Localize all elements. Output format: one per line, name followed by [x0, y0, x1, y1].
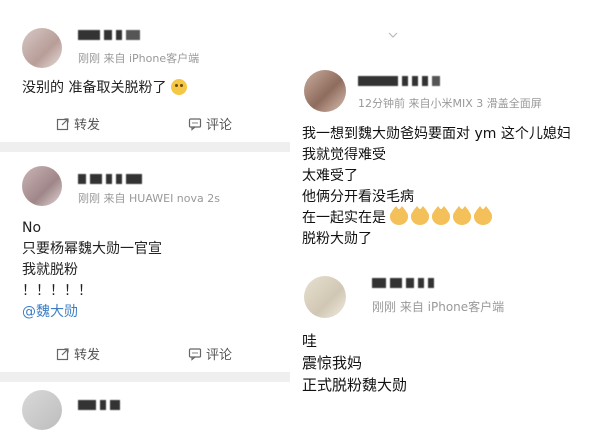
- post-text-content: 没别的 准备取关脱粉了: [22, 80, 167, 96]
- avatar[interactable]: [304, 276, 346, 318]
- post-line: 脱粉大勋了: [302, 231, 372, 247]
- comment-button[interactable]: 评论: [188, 344, 232, 363]
- post-text: 我一想到魏大勋爸妈要面对 ym 这个儿媳妇 我就觉得难受 太难受了 他俩分开看没…: [302, 124, 571, 250]
- post-line: 正式脱粉魏大勋: [302, 376, 408, 394]
- post-line: 他俩分开看没毛病: [302, 189, 414, 205]
- post-text: No 只要杨幂魏大勋一官宣 我就脱粉 ！！！！！ @魏大勋: [22, 218, 162, 323]
- feed-divider: [0, 372, 290, 382]
- post-line: 只要杨幂魏大勋一官宣: [22, 241, 162, 257]
- left-feed: 刚刚 来自 iPhone客户端 没别的 准备取关脱粉了 转发 评论 刚刚 来自 …: [0, 0, 290, 430]
- post-source: 来自 iPhone客户端: [399, 300, 505, 314]
- post-card-2: 刚刚 来自 HUAWEI nova 2s No 只要杨幂魏大勋一官宣 我就脱粉 …: [0, 152, 290, 330]
- cat-emoji-icon: [411, 206, 430, 225]
- post-line: 震惊我妈: [302, 354, 363, 372]
- comment-label: 评论: [206, 348, 233, 363]
- comment-button[interactable]: 评论: [188, 114, 232, 133]
- username-redacted[interactable]: [372, 272, 438, 288]
- comment-label: 评论: [206, 118, 233, 133]
- cat-emoji-icon: [474, 206, 493, 225]
- post-line: No: [22, 220, 42, 236]
- username-redacted[interactable]: [78, 24, 144, 40]
- cat-emoji-icon: [390, 206, 409, 225]
- username-redacted[interactable]: [358, 70, 444, 86]
- post-text: 哇 震惊我妈 正式脱粉魏大勋: [302, 330, 407, 396]
- feed-divider: [0, 142, 290, 152]
- post-line: 哇: [302, 332, 318, 350]
- repost-button[interactable]: 转发: [56, 344, 100, 363]
- repost-icon: [56, 117, 69, 130]
- username-redacted[interactable]: [78, 168, 146, 184]
- repost-label: 转发: [74, 348, 101, 363]
- post-line: ！！！！！: [22, 283, 92, 299]
- post-meta: 刚刚 来自 HUAWEI nova 2s: [78, 190, 220, 206]
- post-actions-2: 转发 评论: [0, 344, 290, 372]
- smile-emoji-icon: [170, 79, 187, 95]
- avatar[interactable]: [22, 28, 62, 68]
- repost-label: 转发: [74, 118, 101, 133]
- repost-button[interactable]: 转发: [56, 114, 100, 133]
- right-feed: 12分钟前 来自小米MIX 3 滑盖全面屏 我一想到魏大勋爸妈要面对 ym 这个…: [290, 0, 600, 403]
- username-redacted[interactable]: [78, 394, 124, 410]
- post-time: 12分钟前: [358, 97, 405, 110]
- post-card-3: [0, 382, 290, 430]
- mention-link[interactable]: @魏大勋: [22, 302, 162, 323]
- post-meta: 12分钟前 来自小米MIX 3 滑盖全面屏: [358, 95, 542, 111]
- post-time: 刚刚: [78, 52, 100, 65]
- post-line: 我就脱粉: [22, 262, 78, 278]
- post-line: 我一想到魏大勋爸妈要面对 ym 这个儿媳妇: [302, 126, 571, 142]
- avatar[interactable]: [22, 390, 62, 430]
- post-text: 没别的 准备取关脱粉了: [22, 78, 189, 99]
- repost-icon: [56, 347, 69, 360]
- post-card-1: 刚刚 来自 iPhone客户端 没别的 准备取关脱粉了: [0, 0, 290, 110]
- avatar[interactable]: [304, 70, 346, 112]
- avatar[interactable]: [22, 166, 62, 206]
- comment-icon: [188, 347, 202, 361]
- post-source: 来自 HUAWEI nova 2s: [103, 192, 221, 205]
- post-source: 来自小米MIX 3 滑盖全面屏: [408, 97, 542, 110]
- post-actions-1: 转发 评论: [0, 114, 290, 142]
- post-line: 在一起实在是: [302, 206, 571, 229]
- post-source: 来自 iPhone客户端: [103, 52, 200, 65]
- post-meta: 刚刚 来自 iPhone客户端: [372, 298, 504, 315]
- post-meta: 刚刚 来自 iPhone客户端: [78, 50, 199, 66]
- chevron-down-icon[interactable]: [388, 32, 398, 38]
- cat-emoji-icon: [432, 206, 451, 225]
- post-time: 刚刚: [372, 300, 397, 314]
- comment-icon: [188, 117, 202, 131]
- post-time: 刚刚: [78, 192, 100, 205]
- cat-emoji-icon: [453, 206, 472, 225]
- post-line: 太难受了: [302, 168, 358, 184]
- post-line: 我就觉得难受: [302, 147, 386, 163]
- post-line-text: 在一起实在是: [302, 210, 386, 226]
